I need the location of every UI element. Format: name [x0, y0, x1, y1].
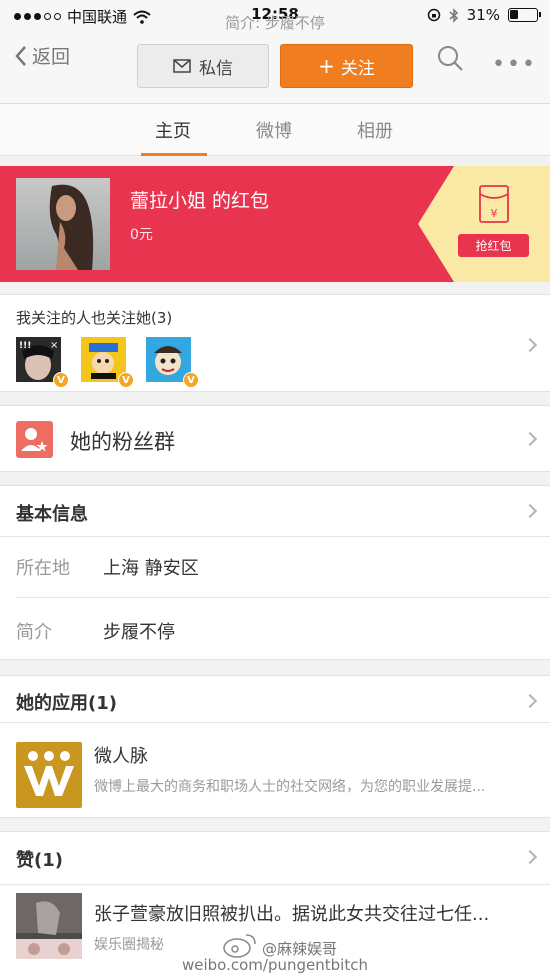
- basic-info-card: 基本信息 所在地 上海 静安区 简介 步履不停: [0, 485, 550, 660]
- mutual-followers-label: 我关注的人也关注她(3): [16, 309, 173, 327]
- svg-text:¥: ¥: [491, 207, 498, 220]
- basic-info-header: 基本信息: [16, 504, 88, 525]
- tab-home[interactable]: 主页: [155, 117, 191, 143]
- verified-badge-icon: V: [53, 372, 69, 388]
- weibo-logo-icon: [223, 934, 256, 958]
- info-key: 所在地: [16, 558, 70, 579]
- avatar[interactable]: × !!! V: [16, 337, 69, 388]
- apps-card: 她的应用(1) 微人脉 微博上最大的商务和职场人士的社交网络，为您的职业发展提.…: [0, 675, 550, 818]
- fans-group-card[interactable]: 她的粉丝群: [0, 405, 550, 472]
- tab-weibo[interactable]: 微博: [256, 117, 292, 143]
- svg-text:!!!: !!!: [19, 341, 31, 351]
- weirenmai-app-icon[interactable]: [16, 742, 82, 808]
- avatar[interactable]: V: [146, 337, 199, 388]
- app-description: 微博上最大的商务和职场人士的社交网络，为您的职业发展提...: [94, 779, 486, 795]
- watermark: @麻辣娱哥 weibo.com/pungentbitch: [0, 930, 550, 977]
- follow-label: 关注: [340, 58, 375, 79]
- chevron-right-icon[interactable]: [522, 693, 538, 709]
- red-envelope-amount: 0元: [130, 227, 153, 243]
- chevron-right-icon: [522, 431, 538, 447]
- nav-bar: 返回 私信 + 关注 •••: [0, 34, 550, 100]
- info-value: 步履不停: [103, 622, 175, 643]
- divider: [0, 884, 550, 885]
- fans-group-label: 她的粉丝群: [70, 430, 175, 454]
- profile-tabs: 主页 微博 相册: [0, 104, 550, 156]
- verified-badge-icon: V: [183, 372, 199, 388]
- chevron-right-icon[interactable]: [522, 503, 538, 519]
- liked-post-text[interactable]: 张子萱豪放旧照被扒出。据说此女共交往过七任...: [94, 900, 540, 926]
- red-envelope-banner[interactable]: 蕾拉小姐 的红包 0元 ¥: [0, 166, 550, 282]
- tab-album[interactable]: 相册: [357, 117, 393, 143]
- back-label: 返回: [32, 46, 71, 68]
- grab-red-envelope-button[interactable]: 抢红包: [458, 234, 529, 257]
- watermark-url: weibo.com/pungentbitch: [182, 956, 368, 974]
- avatar[interactable]: V: [81, 337, 134, 388]
- back-button[interactable]: 返回: [14, 42, 70, 69]
- mutual-followers-avatars: × !!! V V V: [16, 337, 199, 388]
- plus-icon: +: [318, 54, 335, 78]
- mail-icon: [173, 59, 191, 73]
- follow-button[interactable]: + 关注: [280, 44, 413, 88]
- svg-text:×: ×: [50, 340, 58, 351]
- fans-group-icon: [16, 421, 53, 458]
- verified-badge-icon: V: [118, 372, 134, 388]
- chevron-right-icon[interactable]: [522, 849, 538, 865]
- info-key: 简介: [16, 622, 52, 643]
- private-message-button[interactable]: 私信: [137, 44, 269, 88]
- red-envelope-tag: ¥: [418, 166, 550, 282]
- likes-header: 赞(1): [16, 850, 63, 871]
- divider: [16, 597, 550, 598]
- apps-header: 她的应用(1): [16, 693, 117, 714]
- chevron-right-icon: [522, 337, 538, 353]
- message-label: 私信: [199, 58, 233, 79]
- top-bar: 中国联通 12:58 31% 简介: 步履不停 返回 私信 + 关注 •••: [0, 0, 550, 104]
- mutual-followers-card[interactable]: 我关注的人也关注她(3) × !!! V V V: [0, 294, 550, 392]
- divider: [0, 722, 550, 723]
- app-name[interactable]: 微人脉: [94, 742, 148, 768]
- active-tab-indicator: [141, 153, 207, 156]
- search-icon[interactable]: [436, 44, 464, 72]
- info-value: 上海 静安区: [103, 558, 199, 579]
- chevron-left-icon: [15, 45, 26, 66]
- red-envelope-title: 蕾拉小姐 的红包: [130, 190, 270, 212]
- red-envelope-avatar: [16, 178, 110, 270]
- more-icon[interactable]: •••: [492, 52, 537, 77]
- intro-overlay: 简介: 步履不停: [225, 14, 325, 32]
- divider: [0, 536, 550, 537]
